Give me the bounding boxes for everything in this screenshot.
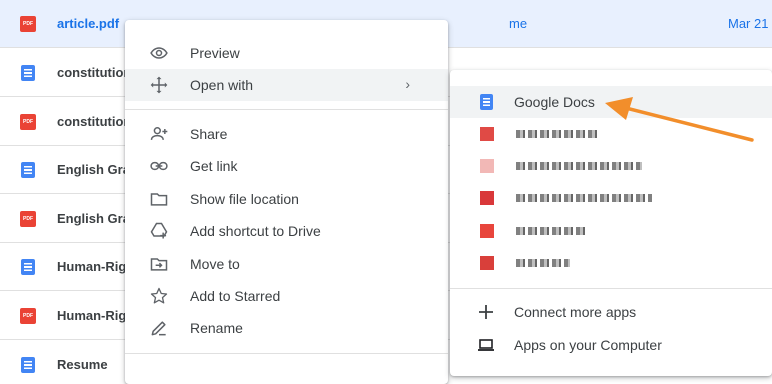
- doc-file-icon: [21, 162, 35, 178]
- app-label-obscured: [516, 130, 600, 138]
- menu-item-preview[interactable]: Preview: [125, 37, 448, 69]
- menu-item-open-with[interactable]: Open with ›: [125, 69, 448, 101]
- google-docs-icon: [480, 94, 493, 110]
- app-icon: [480, 127, 494, 141]
- file-name: constitution: [57, 65, 132, 80]
- open-with-app[interactable]: [450, 150, 772, 182]
- menu-item-rename[interactable]: Rename: [125, 312, 448, 344]
- menu-item-add-shortcut[interactable]: Add shortcut to Drive: [125, 215, 448, 247]
- open-with-app[interactable]: [450, 182, 772, 214]
- file-name: Human-Righ: [57, 259, 135, 274]
- file-modified: Mar 21: [728, 16, 769, 31]
- app-label: Google Docs: [514, 94, 595, 110]
- menu-item-add-to-starred[interactable]: Add to Starred: [125, 280, 448, 312]
- menu-item-label: Show file location: [190, 191, 299, 207]
- apps-on-your-computer[interactable]: Apps on your Computer: [450, 329, 772, 361]
- app-icon: [480, 159, 494, 173]
- app-icon: [480, 224, 494, 238]
- pdf-file-icon: [20, 114, 36, 130]
- file-owner: me: [509, 16, 528, 31]
- app-label-obscured: [516, 227, 586, 235]
- menu-item-label: Preview: [190, 45, 240, 61]
- eye-icon: [150, 47, 168, 59]
- doc-file-icon: [21, 259, 35, 275]
- move-to-folder-icon: [150, 258, 168, 271]
- menu-item-move-to[interactable]: Move to: [125, 248, 448, 280]
- menu-item-show-file-location[interactable]: Show file location: [125, 183, 448, 215]
- apps-on-computer-label: Apps on your Computer: [514, 337, 662, 353]
- move-arrows-icon: [150, 76, 168, 94]
- file-name: Resume: [57, 357, 108, 372]
- pdf-file-icon: [20, 308, 36, 324]
- menu-item-label: Get link: [190, 158, 238, 174]
- doc-file-icon: [21, 357, 35, 373]
- menu-divider: [125, 109, 448, 110]
- app-icon: [480, 191, 494, 205]
- app-label-obscured: [516, 162, 642, 170]
- menu-divider: [450, 288, 772, 289]
- connect-more-apps[interactable]: Connect more apps: [450, 296, 772, 328]
- menu-item-get-link[interactable]: Get link: [125, 150, 448, 182]
- menu-item-label: Add shortcut to Drive: [190, 223, 321, 239]
- file-name: Human-Righ: [57, 308, 135, 323]
- app-label-obscured: [516, 194, 652, 202]
- menu-item-label: Move to: [190, 256, 240, 272]
- app-label-obscured: [516, 259, 570, 267]
- context-menu: Preview Open with › Share Get link Show …: [125, 20, 448, 384]
- open-with-app[interactable]: [450, 118, 772, 150]
- menu-divider: [125, 353, 448, 354]
- open-with-google-docs[interactable]: Google Docs: [450, 86, 772, 118]
- open-with-submenu: Google Docs Connect more apps Apps on yo…: [450, 70, 772, 376]
- menu-item-label: Rename: [190, 320, 243, 336]
- file-name: constitution: [57, 114, 132, 129]
- file-name: English Gra: [57, 211, 130, 226]
- connect-more-apps-label: Connect more apps: [514, 304, 637, 320]
- pdf-file-icon: [20, 16, 36, 32]
- open-with-app[interactable]: [450, 215, 772, 247]
- doc-file-icon: [21, 65, 35, 81]
- chevron-right-icon: ›: [405, 76, 410, 92]
- pdf-file-icon: [20, 211, 36, 227]
- drive-add-icon: [150, 222, 168, 239]
- open-with-app[interactable]: [450, 247, 772, 279]
- folder-icon: [150, 193, 168, 206]
- plus-icon: [479, 305, 493, 319]
- menu-item-share[interactable]: Share: [125, 118, 448, 150]
- star-icon: [150, 287, 168, 304]
- person-add-icon: [150, 126, 168, 140]
- file-name: English Gra: [57, 162, 130, 177]
- link-icon: [150, 161, 168, 171]
- menu-item-label: Share: [190, 126, 228, 142]
- file-name: article.pdf: [57, 16, 120, 31]
- menu-item-label: Open with: [190, 77, 254, 93]
- pencil-icon: [151, 321, 166, 336]
- laptop-icon: [478, 339, 494, 351]
- app-icon: [480, 256, 494, 270]
- menu-item-label: Add to Starred: [190, 288, 281, 304]
